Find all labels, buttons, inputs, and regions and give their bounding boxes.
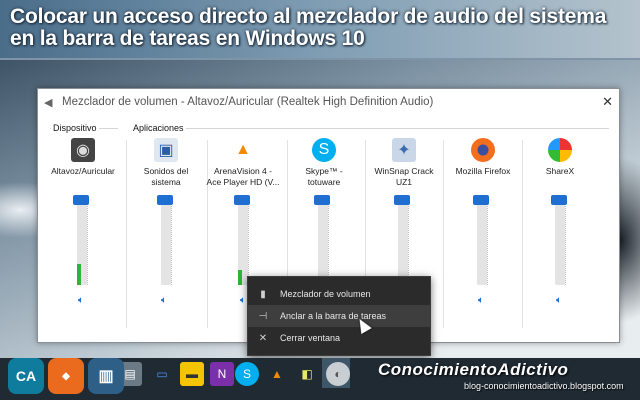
sharex-icon [548,138,572,162]
taskbar-edge-icon[interactable]: ▭ [150,362,174,386]
taskbar-jump-menu: ▮ Mezclador de volumen ⊣ Anclar a la bar… [247,276,431,356]
channel-firefox: Mozilla Firefox [443,138,523,190]
banner-title: Colocar un acceso directo al mezclador d… [10,6,630,50]
winsnap-icon: ✦ [392,138,416,162]
slider-ticks [248,199,252,285]
vlc-icon: ▲ [235,141,251,158]
menu-item-pin-to-taskbar[interactable]: ⊣ Anclar a la barra de tareas [248,305,430,327]
group-label-apps: Aplicaciones [131,123,186,133]
brand-watermark: ConocimientoAdictivo [378,360,569,379]
taskbar-skype-icon[interactable]: S [235,362,259,386]
volume-slider[interactable] [551,195,567,285]
slider-ticks [408,199,412,285]
window-title: Mezclador de volumen - Altavoz/Auricular… [62,96,434,108]
slider-ticks [87,199,91,285]
slider-ticks [487,199,491,285]
channel-winsnap: ✦ WinSnap Crack UZ1 [364,138,444,190]
volume-slider[interactable] [473,195,489,285]
mute-button[interactable]: 🔈︎ [556,295,562,306]
channel-sharex: ShareX [520,138,600,190]
slider-thumb[interactable] [73,195,89,205]
volume-icon: ▮ [260,288,266,300]
group-label-device: Dispositivo [51,123,99,133]
channel-skype: S Skype™ - totuware [284,138,364,190]
slider-thumb[interactable] [314,195,330,205]
channel-name: Mozilla Firefox [455,166,511,176]
mute-button[interactable]: 🔈︎ [478,295,484,306]
mute-button[interactable]: 🔈︎ [78,295,84,306]
taskbar-onenote-icon[interactable]: N [210,362,234,386]
channel-arenavision: ▲ ArenaVision 4 - Ace Player HD (V... [203,138,283,190]
taskbar-winsnap-icon[interactable]: ◧ [295,362,319,386]
book-logo: ▥ [88,358,124,394]
taskbar-vlc-icon[interactable]: ▲ [265,362,289,386]
menu-item-close-window[interactable]: ✕ Cerrar ventana [248,327,430,349]
menu-item-label: Cerrar ventana [280,333,341,343]
ca-logo: CA [8,358,44,394]
volume-level-meter [77,263,81,285]
mute-button[interactable]: 🔈︎ [161,295,167,306]
menu-item-label: Anclar a la barra de tareas [280,311,387,321]
speaker-icon: ◀ [44,97,53,109]
channel-name: ArenaVision 4 - Ace Player HD (V... [206,166,280,187]
channel-system-sounds: ▣ Sonidos del sistema [126,138,206,190]
banner: Colocar un acceso directo al mezclador d… [0,0,640,58]
group-divider [131,128,609,129]
close-icon: ✕ [258,332,268,344]
slider-thumb[interactable] [157,195,173,205]
speaker-icon: ◉ [71,138,95,162]
taskbar-sticky-notes-icon[interactable]: ▬ [180,362,204,386]
close-button[interactable]: ✕ [602,94,613,110]
volume-slider[interactable] [157,195,173,285]
volume-slider[interactable] [234,195,250,285]
blog-url: blog-conocimientoadictivo.blogspot.com [464,381,624,391]
totalgames-logo: ◆ [48,358,84,394]
channel-name: Skype™ - totuware [305,166,343,187]
window-titlebar: ◀ Mezclador de volumen - Altavoz/Auricul… [38,89,619,115]
channel-name: WinSnap Crack UZ1 [374,166,434,187]
system-sounds-icon: ▣ [154,138,178,162]
firefox-icon [471,138,495,162]
banner-title-line2: en la barra de tareas en Windows 10 [10,27,365,50]
slider-ticks [328,199,332,285]
slider-thumb[interactable] [473,195,489,205]
pin-icon: ⊣ [258,310,268,322]
slider-thumb[interactable] [551,195,567,205]
volume-slider[interactable] [314,195,330,285]
banner-title-line1: Colocar un acceso directo al mezclador d… [10,5,607,28]
volume-slider[interactable] [73,195,89,285]
channel-name: Altavoz/Auricular [51,166,115,176]
channel-name: Sonidos del sistema [143,166,189,187]
menu-item-label: Mezclador de volumen [280,289,371,299]
menu-item-mixer[interactable]: ▮ Mezclador de volumen [248,283,430,305]
mute-button[interactable]: 🔈︎ [240,295,246,306]
taskbar-mixer-icon[interactable]: ◐ [326,362,350,386]
channel-name: ShareX [545,166,575,176]
slider-ticks [171,199,175,285]
volume-level-meter [238,269,242,285]
skype-icon: S [312,138,336,162]
slider-ticks [565,199,569,285]
slider-thumb[interactable] [394,195,410,205]
volume-slider[interactable] [394,195,410,285]
slider-thumb[interactable] [234,195,250,205]
channel-speaker: ◉ Altavoz/Auricular [43,138,123,190]
